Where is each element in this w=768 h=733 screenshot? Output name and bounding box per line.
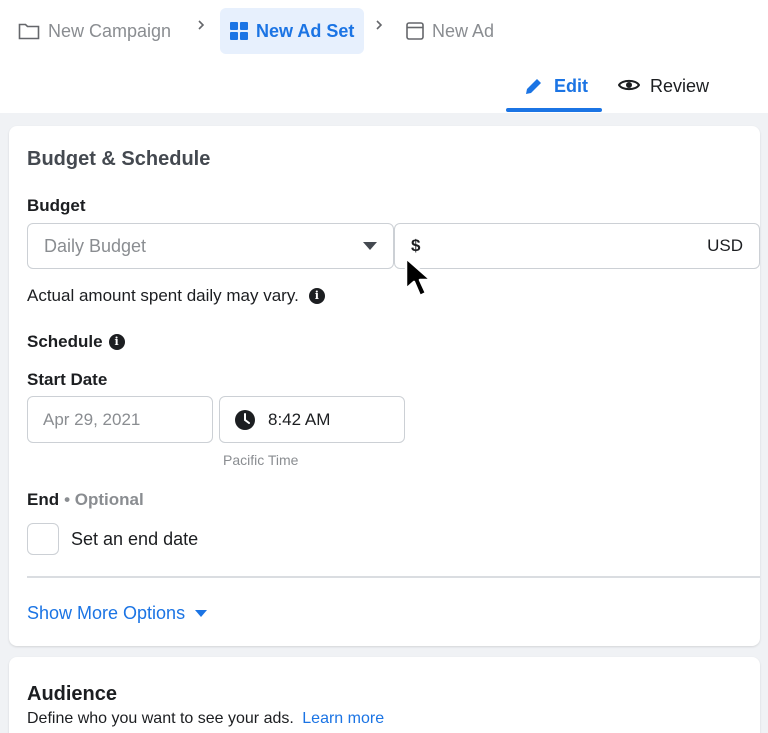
currency-code: USD <box>707 236 743 255</box>
schedule-heading: Schedule i <box>27 332 125 352</box>
breadcrumb-label: New Campaign <box>48 20 172 41</box>
caret-down-icon <box>363 242 377 250</box>
audience-card: Audience Define who you want to see your… <box>9 657 760 733</box>
eye-icon <box>618 79 640 91</box>
end-date-checkbox-label[interactable]: Set an end date <box>71 529 198 550</box>
audience-description-line: Define who you want to see your ads. Lea… <box>27 710 384 728</box>
folder-icon <box>18 23 40 40</box>
ad-frame-icon <box>406 22 424 40</box>
audience-description: Define who you want to see your ads. <box>27 710 294 727</box>
chevron-right-icon <box>198 20 205 30</box>
section-title: Budget & Schedule <box>27 148 211 170</box>
optional-label: • Optional <box>64 490 144 509</box>
budget-amount-input[interactable]: $ USD <box>394 223 760 269</box>
breadcrumb-new-ad[interactable]: New Ad <box>406 8 494 54</box>
end-heading: End • Optional <box>27 490 144 510</box>
clock-icon <box>235 409 255 430</box>
show-more-options-label: Show More Options <box>27 603 186 623</box>
top-bar: New Campaign New Ad Set New Ad Edit Revi… <box>0 0 768 113</box>
budget-type-dropdown[interactable]: Daily Budget <box>27 223 394 269</box>
breadcrumb-new-campaign[interactable]: New Campaign <box>18 8 171 54</box>
tab-review[interactable]: Review <box>618 68 709 112</box>
breadcrumb-new-ad-set[interactable]: New Ad Set <box>220 8 365 54</box>
start-time-value: 8:42 AM <box>268 409 331 429</box>
section-title: Audience <box>27 683 118 705</box>
end-date-checkbox[interactable] <box>27 523 59 555</box>
budget-note-text: Actual amount spent daily may vary. <box>27 286 299 305</box>
budget-label: Budget <box>27 196 86 215</box>
learn-more-link[interactable]: Learn more <box>302 710 384 727</box>
info-icon[interactable]: i <box>308 288 325 304</box>
budget-note: Actual amount spent daily may vary. i <box>27 286 325 306</box>
start-date-value: Apr 29, 2021 <box>43 409 141 429</box>
timezone-label: Pacific Time <box>223 452 299 468</box>
currency-symbol: $ <box>411 236 421 255</box>
tab-edit[interactable]: Edit <box>506 68 602 112</box>
end-label: End <box>27 490 60 509</box>
caret-down-icon <box>195 610 208 617</box>
active-tab-indicator <box>506 108 602 112</box>
tab-label: Edit <box>554 76 588 96</box>
chevron-right-icon <box>376 20 383 30</box>
breadcrumb-label: New Ad <box>432 20 495 41</box>
budget-schedule-card: Budget & Schedule Budget Daily Budget $ … <box>9 126 760 646</box>
mouse-pointer-icon <box>404 256 433 298</box>
start-date-input[interactable]: Apr 29, 2021 <box>27 396 213 443</box>
pencil-icon <box>526 79 541 94</box>
grid-icon <box>230 22 248 40</box>
budget-type-placeholder: Daily Budget <box>44 235 147 256</box>
show-more-options-button[interactable]: Show More Options <box>27 603 208 624</box>
info-icon[interactable]: i <box>108 334 125 350</box>
tab-label: Review <box>650 76 710 96</box>
schedule-label: Schedule <box>27 332 103 351</box>
divider <box>27 576 760 578</box>
start-date-label: Start Date <box>27 370 108 389</box>
breadcrumb-label: New Ad Set <box>256 20 355 41</box>
start-time-input[interactable]: 8:42 AM <box>219 396 405 443</box>
